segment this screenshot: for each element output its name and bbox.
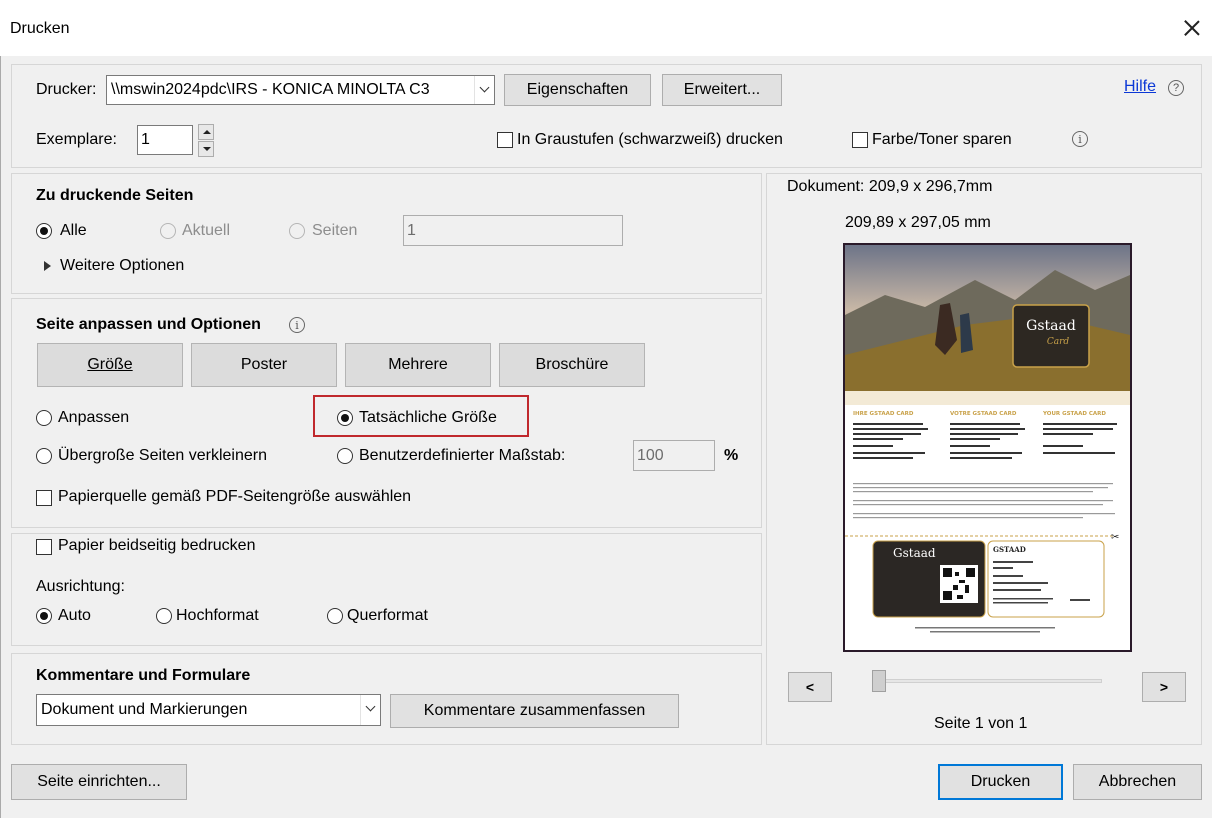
info-icon[interactable]: i [1072,131,1088,147]
custom-scale-radio[interactable] [337,448,353,464]
orientation-portrait-radio[interactable] [156,608,172,624]
pages-range-label: Seiten [312,222,358,239]
scissors-icon: ✂ [1111,532,1119,543]
page-preview: Gstaad Card IHRE GSTAAD CARD VOTRE GSTAA… [843,243,1132,652]
column-head-3: YOUR GSTAAD CARD [1042,411,1106,417]
percent-label: % [724,447,739,464]
grayscale-checkbox[interactable] [497,132,513,148]
page-preview-image: Gstaad Card IHRE GSTAAD CARD VOTRE GSTAA… [845,245,1130,633]
page-slider-thumb[interactable] [872,670,886,692]
duplex-checkbox[interactable] [36,539,52,555]
cancel-button[interactable]: Abbrechen [1073,764,1202,800]
pages-all-label: Alle [60,222,87,239]
multiple-button[interactable]: Mehrere [345,343,491,387]
chevron-down-icon [360,695,380,725]
heading-band [845,391,1130,405]
printer-select-value: \\mswin2024pdc\IRS - KONICA MINOLTA C3 [111,81,430,98]
actual-size-label: Tatsächliche Größe [359,409,497,426]
pages-all-radio[interactable] [36,223,52,239]
small-print-lines [853,483,1115,519]
properties-button[interactable]: Eigenschaften [504,74,651,106]
window-border [0,56,1,818]
fit-label: Anpassen [58,409,130,426]
copies-label: Exemplare: [36,131,117,148]
info-icon[interactable]: i [289,317,305,333]
shrink-label: Übergroße Seiten verkleinern [58,447,267,464]
printer-select[interactable]: \\mswin2024pdc\IRS - KONICA MINOLTA C3 [106,75,495,105]
print-button[interactable]: Drucken [938,764,1063,800]
chevron-down-icon [474,76,494,104]
column-head-2: VOTRE GSTAAD CARD [950,411,1017,417]
pages-current-label: Aktuell [182,222,231,239]
sizing-heading: Seite anpassen und Optionen [36,316,261,333]
poster-button[interactable]: Poster [191,343,337,387]
summarize-comments-button[interactable]: Kommentare zusammenfassen [390,694,679,728]
comments-select-value: Dokument und Markierungen [41,701,248,718]
card-graphic [1012,304,1090,368]
help-icon: ? [1168,80,1184,96]
page-slider-track[interactable] [882,679,1102,683]
duplex-label: Papier beidseitig bedrucken [58,537,256,554]
card-back-brand: GSTAAD [993,545,1026,554]
title-bar [0,0,1212,56]
orientation-landscape-radio[interactable] [327,608,343,624]
advanced-button[interactable]: Erweitert... [662,74,782,106]
orientation-auto-radio[interactable] [36,608,52,624]
save-toner-label: Farbe/Toner sparen [872,131,1012,148]
help-link[interactable]: Hilfe [1124,78,1156,96]
printer-label: Drucker: [36,81,97,98]
pages-range-radio[interactable] [289,223,305,239]
actual-size-radio[interactable] [337,410,353,426]
expand-triangle-icon[interactable] [44,261,51,271]
copies-input[interactable]: 1 [137,125,193,155]
booklet-button[interactable]: Broschüre [499,343,645,387]
card-brand: Gstaad [1026,318,1076,334]
comments-select[interactable]: Dokument und Markierungen [36,694,381,726]
pages-heading: Zu druckende Seiten [36,187,194,204]
card-front-brand: Gstaad [893,546,936,560]
save-toner-checkbox[interactable] [852,132,868,148]
comments-heading: Kommentare und Formulare [36,667,251,684]
paper-source-label: Papierquelle gemäß PDF-Seitengröße auswä… [58,488,412,505]
page-setup-button[interactable]: Seite einrichten... [11,764,187,800]
window-title: Drucken [10,20,70,37]
scale-input[interactable]: 100 [633,440,715,471]
shrink-radio[interactable] [36,448,52,464]
close-icon[interactable] [1176,12,1208,44]
pages-range-input[interactable]: 1 [403,215,623,246]
page-info: Seite 1 von 1 [934,715,1028,732]
document-size: Dokument: 209,9 x 296,7mm [787,178,993,195]
copies-decrement-icon[interactable] [198,141,214,157]
paper-source-checkbox[interactable] [36,490,52,506]
footer-lines [915,627,1055,633]
orientation-label: Ausrichtung: [36,578,125,595]
pages-current-radio[interactable] [160,223,176,239]
column-head-1: IHRE GSTAAD CARD [853,411,914,417]
orientation-portrait-label: Hochformat [176,607,259,624]
prev-page-button[interactable]: < [788,672,832,702]
more-options-toggle[interactable]: Weitere Optionen [60,257,184,275]
fit-radio[interactable] [36,410,52,426]
paper-size: 209,89 x 297,05 mm [845,214,991,231]
card-sub: Card [1047,337,1070,347]
orientation-landscape-label: Querformat [347,607,428,624]
size-button[interactable]: Größe [37,343,183,387]
grayscale-label: In Graustufen (schwarzweiß) drucken [517,131,783,148]
custom-scale-label: Benutzerdefinierter Maßstab: [359,447,566,464]
copies-increment-icon[interactable] [198,124,214,140]
next-page-button[interactable]: > [1142,672,1186,702]
body-text-lines [853,423,1117,459]
orientation-auto-label: Auto [58,607,91,624]
